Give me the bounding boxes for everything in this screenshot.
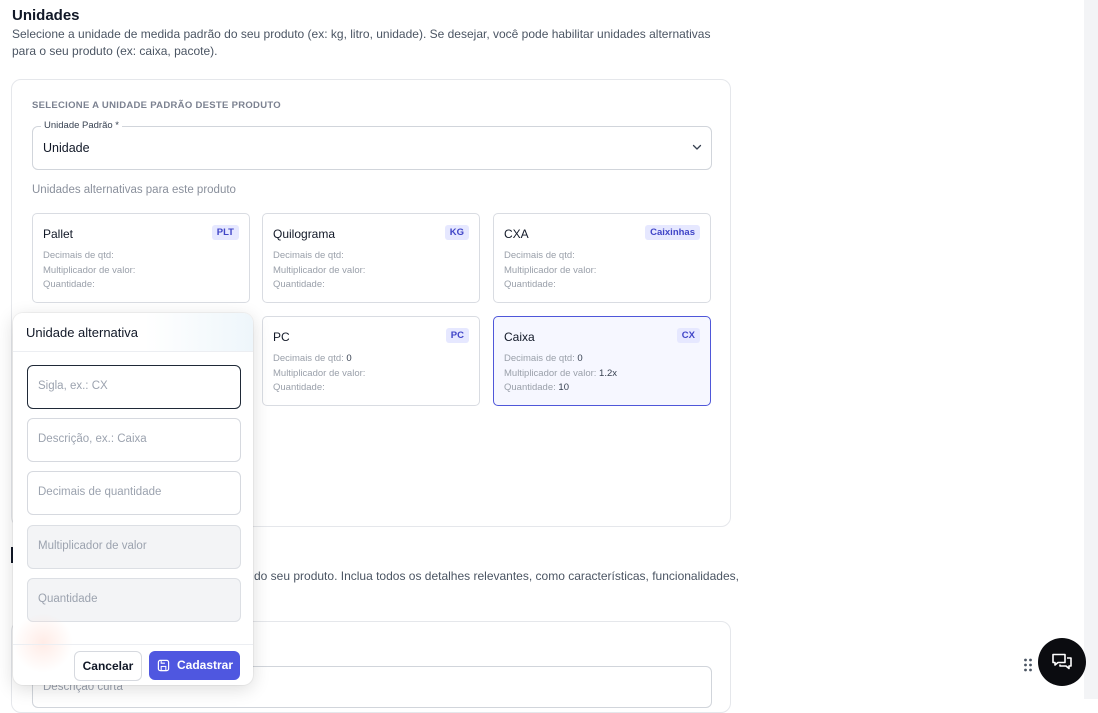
unit-card-details: Decimais de qtd: Multiplicador de valor:… [504, 249, 596, 293]
decimais-placeholder: Decimais de quantidade [38, 486, 162, 498]
multiplicador-placeholder: Multiplicador de valor [38, 540, 147, 552]
quantity-label: Quantidade: [43, 279, 95, 290]
unit-card-badge: PC [445, 328, 469, 343]
multiplier-label: Multiplicador de valor: [504, 264, 597, 276]
unit-card-badge: CX [676, 328, 700, 343]
unit-card-name: CXA [504, 227, 529, 241]
quantity-label: Quantidade: [504, 382, 556, 393]
description-section-text-visible: do seu produto. Inclua todos os detalhes… [254, 569, 739, 583]
multiplier-label: Multiplicador de valor: [43, 264, 136, 276]
unit-card-name: Quilograma [273, 227, 336, 241]
chat-button[interactable] [1038, 638, 1086, 686]
chevron-down-icon [692, 144, 702, 150]
default-unit-value: Unidade [43, 141, 90, 155]
alternative-unit-modal: Unidade alternativa Sigla, ex.: CX Descr… [13, 313, 253, 685]
unit-card-details: Decimais de qtd: 0 Multiplicador de valo… [273, 352, 365, 396]
alternative-units-label: Unidades alternativas para este produto [32, 184, 236, 196]
chat-icon [1052, 653, 1072, 670]
descricao-input[interactable]: Descrição, ex.: Caixa [27, 418, 241, 462]
decimals-label: Decimais de qtd: [273, 250, 344, 261]
unit-card-quilograma[interactable]: Quilograma KG Decimais de qtd: Multiplic… [262, 213, 480, 303]
multiplicador-input[interactable]: Multiplicador de valor [27, 525, 241, 569]
unit-card-badge: PLT [211, 225, 239, 240]
quantity-label: Quantidade: [273, 279, 325, 290]
unit-card-details: Decimais de qtd: Multiplicador de valor:… [43, 249, 135, 293]
multiplier-label: Multiplicador de valor: [504, 367, 597, 379]
save-icon [157, 659, 170, 672]
decimals-value: 0 [577, 353, 583, 364]
modal-header: Unidade alternativa [13, 313, 253, 352]
unit-card-name: Pallet [43, 227, 74, 241]
quantity-value: 10 [558, 382, 569, 393]
unit-card-badge: Caixinhas [645, 225, 700, 240]
default-unit-panel-label: SELECIONE A UNIDADE PADRÃO DESTE PRODUTO [32, 100, 281, 111]
unit-card-badge: KG [444, 225, 469, 240]
multiplier-label: Multiplicador de valor: [273, 264, 366, 276]
unit-card-name: Caixa [504, 330, 535, 344]
save-button[interactable]: Cadastrar [149, 651, 240, 680]
decimais-input[interactable]: Decimais de quantidade [27, 471, 241, 515]
page-scrollbar-track [1084, 0, 1098, 699]
save-button-label: Cadastrar [177, 658, 234, 672]
unit-card-details: Decimais de qtd: 0 Multiplicador de valo… [504, 352, 617, 396]
multiplier-value: 1.2x [599, 367, 618, 379]
unit-card-cxa[interactable]: CXA Caixinhas Decimais de qtd: Multiplic… [493, 213, 711, 303]
quantity-label: Quantidade: [504, 279, 556, 290]
section-description: Selecione a unidade de medida padrão do … [12, 27, 711, 58]
decimals-label: Decimais de qtd: [43, 250, 114, 261]
multiplier-label: Multiplicador de valor: [273, 367, 366, 379]
section-title: Unidades [12, 7, 80, 24]
cancel-button[interactable]: Cancelar [74, 651, 142, 681]
unit-card-name: PC [273, 330, 290, 344]
modal-title: Unidade alternativa [26, 325, 139, 340]
default-unit-legend: Unidade Padrão * [41, 120, 122, 131]
quantity-label: Quantidade: [273, 382, 325, 393]
unit-card-details: Decimais de qtd: Multiplicador de valor:… [273, 249, 365, 293]
unit-card-pallet[interactable]: Pallet PLT Decimais de qtd: Multiplicado… [32, 213, 250, 303]
drag-handle-icon[interactable] [1023, 657, 1033, 673]
decimals-label: Decimais de qtd: [273, 353, 344, 364]
decimals-label: Decimais de qtd: [504, 353, 575, 364]
sigla-input[interactable]: Sigla, ex.: CX [27, 365, 241, 409]
decimals-value: 0 [346, 353, 352, 364]
sigla-placeholder: Sigla, ex.: CX [38, 380, 108, 392]
unit-card-caixa[interactable]: Caixa CX Decimais de qtd: 0 Multiplicado… [493, 316, 711, 406]
descricao-placeholder: Descrição, ex.: Caixa [38, 433, 147, 445]
decimals-label: Decimais de qtd: [504, 250, 575, 261]
unit-card-pc[interactable]: PC PC Decimais de qtd: 0 Multiplicador d… [262, 316, 480, 406]
quantidade-placeholder: Quantidade [38, 593, 98, 605]
default-unit-select[interactable]: Unidade Padrão * Unidade [32, 120, 712, 170]
